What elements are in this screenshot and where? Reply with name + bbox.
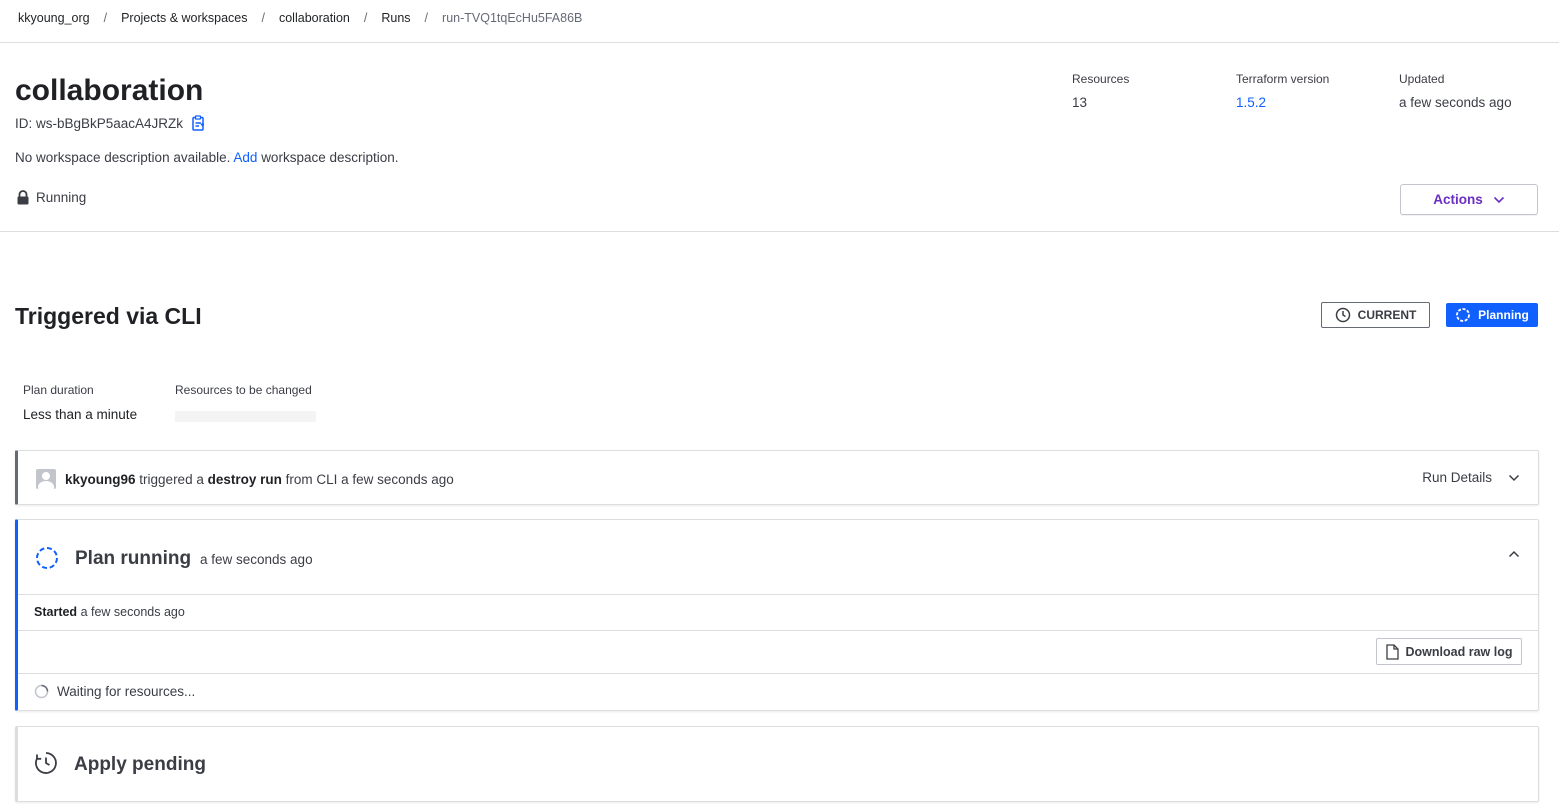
plan-duration-value: Less than a minute — [23, 407, 138, 422]
plan-started: Started a few seconds ago — [34, 605, 185, 619]
description-suffix: workspace description. — [261, 150, 399, 165]
chevron-down-icon — [1493, 196, 1504, 203]
breadcrumb-separator: / — [363, 11, 368, 25]
download-raw-log-label: Download raw log — [1405, 644, 1513, 659]
trigger-source: from CLI a few seconds ago — [285, 471, 454, 487]
breadcrumb-separator: / — [424, 11, 429, 25]
loading-icon — [34, 684, 49, 699]
waiting-text: Waiting for resources... — [57, 684, 196, 699]
clock-icon — [1335, 307, 1350, 323]
updated-label: Updated — [1399, 72, 1445, 86]
breadcrumb-separator: / — [261, 11, 265, 25]
run-trigger-card: kkyoung96 triggered a destroy run from C… — [15, 450, 1539, 505]
run-type: destroy run — [207, 471, 282, 487]
chevron-down-icon — [1508, 474, 1520, 481]
workspace-id: ID: ws-bBgBkP5aacA4JRZk — [15, 115, 206, 131]
updated-value: a few seconds ago — [1399, 95, 1512, 110]
run-details-label: Run Details — [1422, 470, 1492, 485]
meta-resources: Resources 13 — [1072, 72, 1129, 110]
plan-time: a few seconds ago — [200, 552, 313, 567]
file-icon — [1385, 643, 1399, 660]
apply-title: Apply pending — [74, 754, 206, 775]
resources-to-change-label: Resources to be changed — [175, 383, 312, 397]
run-title: Triggered via CLI — [15, 303, 202, 329]
actions-label: Actions — [1433, 192, 1483, 207]
breadcrumb-org[interactable]: kkyoung_org — [18, 11, 90, 25]
divider — [0, 42, 1559, 43]
started-time: a few seconds ago — [80, 605, 185, 619]
waiting-status: Waiting for resources... — [34, 684, 195, 699]
plan-header[interactable]: Plan running a few seconds ago — [18, 520, 1538, 595]
trigger-text: triggered a — [139, 471, 204, 487]
resources-label: Resources — [1072, 72, 1130, 86]
started-label: Started — [34, 605, 78, 619]
loading-icon — [1456, 308, 1471, 322]
clipboard-copy-icon[interactable] — [191, 115, 206, 131]
plan-duration-label: Plan duration — [23, 383, 94, 397]
download-raw-log-button[interactable]: Download raw log — [1376, 638, 1522, 665]
breadcrumb: kkyoung_org / Projects & workspaces / co… — [18, 11, 582, 25]
current-badge-label: CURRENT — [1357, 308, 1417, 322]
meta-updated: Updated a few seconds ago — [1399, 72, 1512, 110]
breadcrumb-current-run: run-TVQ1tqEcHu5FA86B — [442, 11, 583, 25]
workspace-description: No workspace description available. Add … — [15, 150, 399, 165]
status-badge: Planning — [1446, 303, 1538, 327]
trigger-user[interactable]: kkyoung96 — [65, 472, 136, 487]
clock-icon — [35, 752, 57, 774]
plan-duration: Plan duration Less than a minute — [23, 383, 137, 422]
add-description-link[interactable]: Add — [233, 150, 257, 165]
divider — [0, 231, 1559, 232]
plan-title: Plan running — [75, 548, 192, 569]
chevron-up-icon[interactable] — [1508, 550, 1520, 558]
divider — [18, 673, 1538, 674]
avatar — [36, 469, 56, 489]
description-text: No workspace description available. — [15, 150, 231, 165]
resources-count: 13 — [1072, 95, 1088, 110]
apply-card: Apply pending — [15, 726, 1539, 802]
breadcrumb-workspace[interactable]: collaboration — [279, 11, 350, 25]
plan-card: Plan running a few seconds ago Started a… — [15, 519, 1539, 711]
breadcrumb-projects[interactable]: Projects & workspaces — [121, 11, 247, 25]
current-badge: CURRENT — [1321, 302, 1430, 328]
terraform-version-link[interactable]: 1.5.2 — [1236, 95, 1329, 110]
status-badge-label: Planning — [1478, 308, 1529, 322]
resources-to-change: Resources to be changed — [175, 383, 316, 422]
actions-dropdown-button[interactable]: Actions — [1400, 184, 1538, 215]
loading-skeleton — [175, 411, 316, 422]
terraform-version-label: Terraform version — [1236, 72, 1330, 86]
workspace-id-text: ID: ws-bBgBkP5aacA4JRZk — [15, 115, 184, 131]
workspace-lock-status: Running — [16, 190, 86, 205]
breadcrumb-runs[interactable]: Runs — [381, 11, 410, 25]
page-title: collaboration — [15, 74, 204, 107]
loading-icon — [36, 547, 58, 569]
lock-icon — [17, 190, 29, 205]
meta-terraform-version: Terraform version 1.5.2 — [1236, 72, 1329, 110]
trigger-summary: kkyoung96 triggered a destroy run from C… — [36, 469, 454, 489]
lock-status-text: Running — [36, 190, 87, 205]
breadcrumb-separator: / — [103, 11, 108, 25]
divider — [18, 630, 1538, 631]
run-details-toggle[interactable]: Run Details — [1422, 470, 1520, 485]
